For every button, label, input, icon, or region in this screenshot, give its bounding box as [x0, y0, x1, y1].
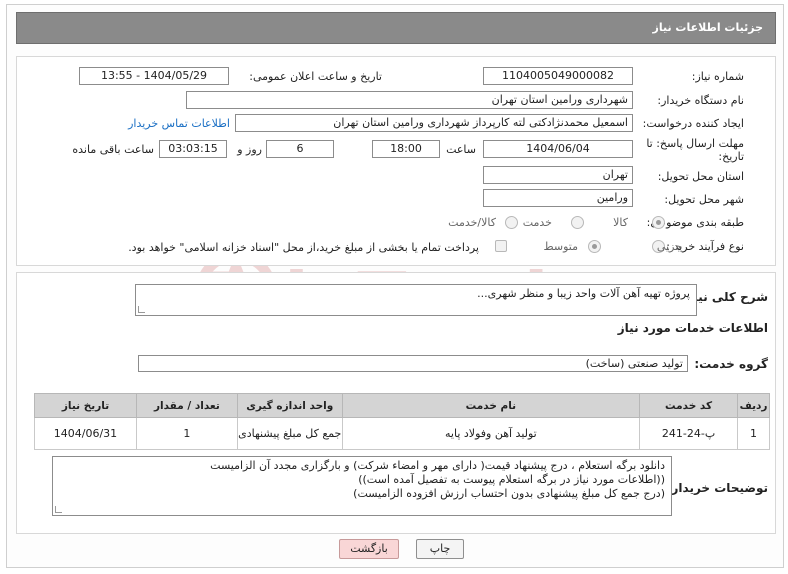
province-label: استان محل تحویل:: [657, 170, 744, 183]
process-radio-medium[interactable]: [588, 240, 601, 253]
col-header-name: نام خدمت: [341, 393, 641, 418]
cell-code: پ-24-241: [639, 417, 739, 450]
deadline-date-label: تاریخ:: [718, 150, 744, 163]
back-button[interactable]: بازگشت: [339, 539, 399, 559]
buyer-contact-link[interactable]: اطلاعات تماس خریدار: [128, 117, 230, 130]
col-header-qty: تعداد / مقدار: [135, 393, 238, 418]
summary-text: پروژه تهیه آهن آلات واحد زیبا و منظر شهر…: [477, 287, 690, 300]
treasury-payment-note: پرداخت تمام یا بخشی از مبلغ خرید،از محل …: [128, 241, 479, 254]
col-header-unit: واحد اندازه گیری: [236, 393, 343, 418]
summary-textarea: پروژه تهیه آهن آلات واحد زیبا و منظر شهر…: [135, 284, 697, 316]
deadline-time-field: 18:00: [372, 140, 440, 158]
deadline-date-field: 1404/06/04: [483, 140, 633, 158]
buyer-notes-label: توضیحات خریدار:: [666, 481, 768, 495]
category-radio-goods[interactable]: [652, 216, 665, 229]
category-option-goods-service: کالا/خدمت: [448, 216, 496, 229]
buyer-notes-line-2: ((اطلاعات مورد نیاز در برگه استعلام پیوس…: [358, 473, 665, 486]
buyer-org-field: شهرداری ورامین استان تهران: [186, 91, 633, 109]
deadline-label: مهلت ارسال پاسخ: تا: [646, 137, 744, 150]
buyer-notes-textarea: دانلود برگه استعلام ، درج پیشنهاد قیمت( …: [52, 456, 672, 516]
cell-date: 1404/06/31: [34, 417, 137, 450]
need-number-field: 1104005049000082: [483, 67, 633, 85]
category-option-goods: کالا: [613, 216, 628, 229]
creator-label: ایجاد کننده درخواست:: [642, 117, 744, 130]
remaining-time-label: ساعت باقی مانده: [72, 143, 154, 156]
city-field: ورامین: [483, 189, 633, 207]
remaining-days-field: 6: [266, 140, 334, 158]
announce-datetime-label: تاریخ و ساعت اعلان عمومی:: [249, 70, 382, 83]
buyer-org-label: نام دستگاه خریدار:: [657, 94, 744, 107]
resize-handle-icon[interactable]: [55, 506, 62, 513]
treasury-payment-checkbox[interactable]: [495, 240, 507, 252]
resize-handle-icon[interactable]: [138, 306, 145, 313]
service-group-label: گروه خدمت:: [694, 357, 768, 371]
print-button[interactable]: چاپ: [416, 539, 464, 559]
service-group-field: تولید صنعتی (ساخت): [138, 355, 688, 372]
cell-qty: 1: [135, 417, 238, 450]
col-header-date: تاریخ نیاز: [34, 393, 137, 418]
cell-name: تولید آهن وفولاد پایه: [341, 417, 641, 450]
services-section-title: اطلاعات خدمات مورد نیاز: [617, 321, 768, 335]
page-header: جزئیات اطلاعات نیاز: [16, 12, 776, 44]
creator-field: اسمعیل محمدنژادکتی لته کارپرداز شهرداری …: [235, 114, 633, 132]
process-option-medium: متوسط: [543, 240, 578, 253]
table-header-row: ردیف کد خدمت نام خدمت واحد اندازه گیری ت…: [34, 393, 770, 418]
announce-datetime-field: 1404/05/29 - 13:55: [79, 67, 229, 85]
city-label: شهر محل تحویل:: [664, 193, 744, 206]
need-number-label: شماره نیاز:: [691, 70, 744, 83]
category-radio-goods-service[interactable]: [505, 216, 518, 229]
cell-index: 1: [737, 417, 770, 450]
province-field: تهران: [483, 166, 633, 184]
col-header-code: کد خدمت: [639, 393, 739, 418]
buyer-notes-line-3: (درج جمع کل مبلغ پیشنهادی بدون احتساب ار…: [353, 487, 665, 500]
table-row: 1 پ-24-241 تولید آهن وفولاد پایه جمع کل …: [34, 417, 770, 450]
need-details-panel: [16, 56, 776, 266]
category-radio-service[interactable]: [571, 216, 584, 229]
category-option-service: خدمت: [522, 216, 552, 229]
remaining-time-field: 03:03:15: [159, 140, 227, 158]
services-table: ردیف کد خدمت نام خدمت واحد اندازه گیری ت…: [34, 393, 770, 450]
cell-unit: جمع کل مبلغ پیشنهادی: [236, 417, 343, 450]
col-header-index: ردیف: [737, 393, 770, 418]
remaining-days-label: روز و: [237, 143, 262, 156]
buyer-notes-line-1: دانلود برگه استعلام ، درج پیشنهاد قیمت( …: [210, 459, 665, 472]
page-title: جزئیات اطلاعات نیاز: [652, 21, 764, 34]
deadline-time-label: ساعت: [446, 143, 476, 156]
process-option-minor: جزیی: [656, 240, 682, 253]
